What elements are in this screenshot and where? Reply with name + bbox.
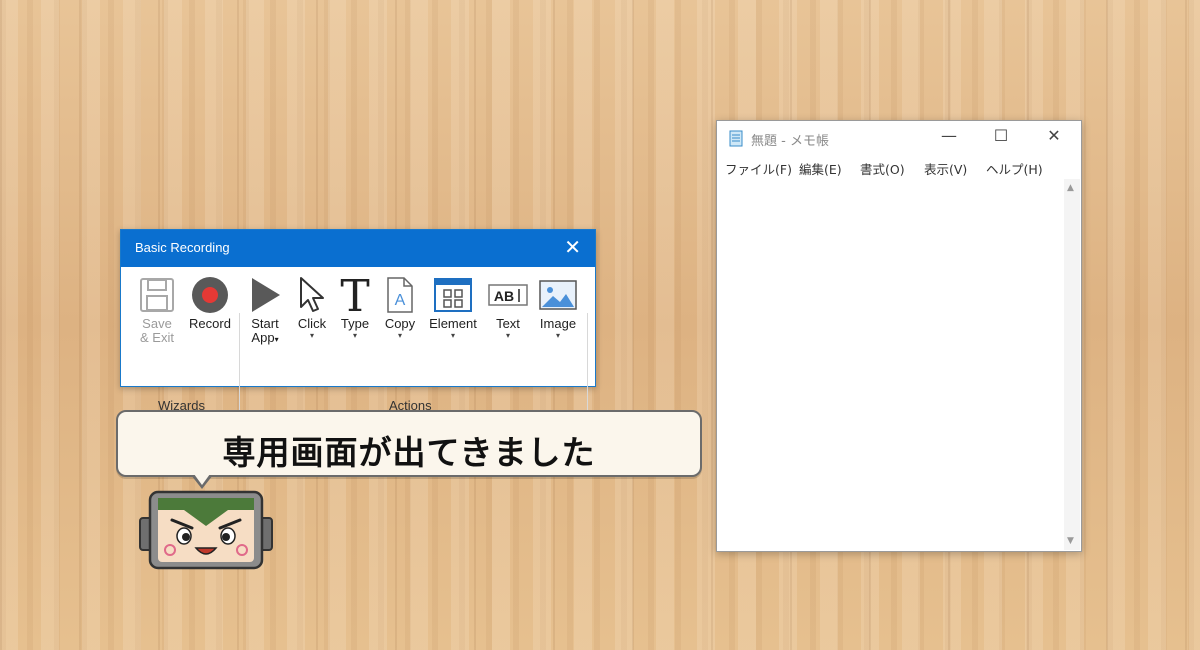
menu-help[interactable]: ヘルプ(H) (986, 159, 1043, 178)
chevron-down-icon: ▾ (505, 331, 510, 340)
speech-bubble-text: 専用画面が出てきました (222, 433, 596, 472)
save-exit-label: Save & Exit (135, 317, 179, 345)
notepad-menubar: ファイル(F) 編集(E) 書式(O) 表示(V) ヘルプ(H) (717, 157, 1081, 179)
recording-titlebar[interactable]: Basic Recording ✕ (121, 230, 595, 267)
svg-text:A: A (395, 292, 406, 309)
scroll-down-icon[interactable]: ▼ (1067, 536, 1074, 546)
exit-label: & Exit (140, 330, 174, 345)
image-icon (539, 280, 577, 310)
notepad-text-area[interactable] (718, 179, 1064, 550)
element-label: Element (429, 316, 477, 331)
svg-text:AB: AB (494, 288, 514, 304)
speech-bubble: 専用画面が出てきました (116, 410, 702, 477)
start-app-button[interactable]: Start App▾ (245, 275, 285, 347)
chevron-down-icon: ▾ (274, 335, 279, 344)
floppy-disk-icon (140, 278, 174, 312)
menu-format[interactable]: 書式(O) (860, 159, 905, 178)
app-label-row: App▾ (245, 331, 285, 347)
cursor-arrow-icon (300, 277, 324, 312)
play-icon (252, 278, 280, 312)
menu-view[interactable]: 表示(V) (924, 159, 967, 178)
copy-button[interactable]: A Copy ▾ (379, 275, 421, 340)
app-label: App (251, 330, 275, 345)
record-button[interactable]: Record (185, 275, 235, 331)
image-button[interactable]: Image ▾ (535, 275, 581, 340)
recording-toolbar: Save & Exit Record Wizards Start App▾ Cl… (121, 267, 595, 413)
record-icon (192, 277, 228, 313)
type-button[interactable]: T Type ▾ (335, 275, 375, 340)
text-type-icon: T (340, 275, 369, 315)
chevron-down-icon: ▾ (309, 331, 314, 340)
svg-text:T: T (340, 275, 369, 315)
record-label: Record (189, 316, 231, 331)
image-label: Image (539, 316, 577, 331)
text-label: Text (496, 316, 520, 331)
close-icon[interactable]: ✕ (1040, 126, 1068, 145)
document-copy-icon: A (387, 277, 413, 313)
notepad-window: 無題 - メモ帳 — ☐ ✕ ファイル(F) 編集(E) 書式(O) 表示(V)… (716, 120, 1082, 552)
start-label: Start (251, 316, 279, 331)
element-button[interactable]: Element ▾ (425, 275, 481, 340)
menu-file[interactable]: ファイル(F) (725, 159, 792, 178)
save-exit-button[interactable]: Save & Exit (135, 275, 179, 345)
close-icon[interactable]: ✕ (564, 237, 581, 257)
chevron-down-icon: ▾ (397, 331, 402, 340)
menu-edit[interactable]: 編集(E) (799, 159, 842, 178)
robot-mascot-icon (139, 490, 273, 570)
window-grid-icon (434, 278, 472, 312)
scroll-up-icon[interactable]: ▲ (1067, 183, 1074, 193)
maximize-icon[interactable]: ☐ (987, 126, 1015, 145)
click-label: Click (297, 316, 327, 331)
recording-window-title: Basic Recording (135, 240, 230, 255)
speech-bubble-tail-fill (194, 474, 210, 485)
type-label: Type (340, 316, 370, 331)
start-app-label: Start App▾ (245, 317, 285, 347)
vertical-scrollbar[interactable]: ▲ ▼ (1064, 179, 1080, 550)
text-field-icon: AB (488, 284, 528, 306)
basic-recording-window: Basic Recording ✕ Save & Exit Record Wiz… (120, 229, 596, 413)
text-button[interactable]: AB Text ▾ (485, 275, 531, 340)
minimize-icon[interactable]: — (935, 126, 963, 145)
group-separator (239, 313, 240, 413)
save-label: Save (142, 316, 172, 331)
notepad-icon (729, 130, 743, 147)
chevron-down-icon: ▾ (555, 331, 560, 340)
chevron-down-icon: ▾ (352, 331, 357, 340)
click-button[interactable]: Click ▾ (293, 275, 331, 340)
notepad-title: 無題 - メモ帳 (751, 134, 829, 149)
notepad-titlebar[interactable]: 無題 - メモ帳 — ☐ ✕ (717, 121, 1081, 155)
copy-label: Copy (384, 316, 416, 331)
group-separator (587, 313, 588, 413)
chevron-down-icon: ▾ (450, 331, 455, 340)
